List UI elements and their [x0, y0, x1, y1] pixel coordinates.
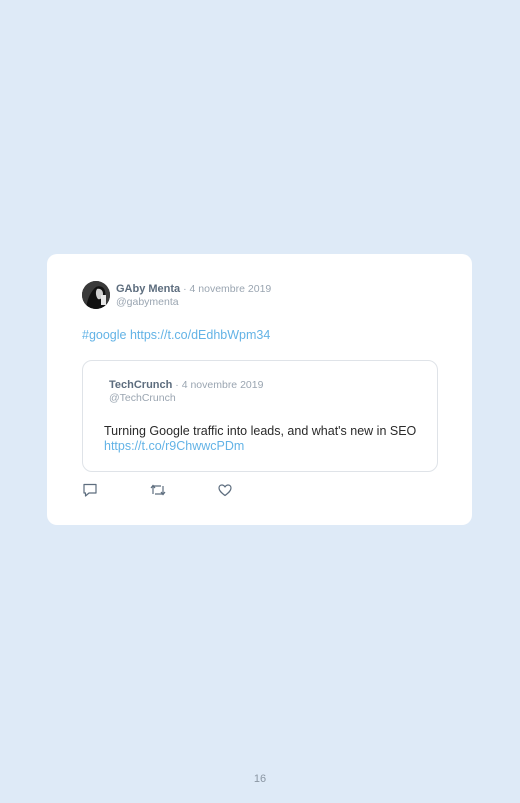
quoted-author-name: TechCrunch	[109, 379, 173, 391]
avatar[interactable]	[82, 281, 110, 309]
quoted-tweet-text: Turning Google traffic into leads, and w…	[104, 424, 424, 454]
retweet-icon[interactable]	[149, 482, 167, 498]
page-number: 16	[253, 773, 267, 785]
quoted-tweet-body: Turning Google traffic into leads, and w…	[104, 424, 417, 438]
tweet-card: GAby Menta · 4 novembre 2019 @gabymenta …	[47, 254, 472, 525]
author-name[interactable]: GAby Menta	[116, 283, 180, 295]
quoted-tweet[interactable]: TechCrunch · 4 novembre 2019 @TechCrunch…	[82, 360, 438, 472]
tweet-actions	[82, 482, 282, 498]
tweet-date[interactable]: 4 novembre 2019	[190, 283, 272, 295]
tweet-author-line: GAby Menta · 4 novembre 2019	[116, 283, 271, 295]
quoted-author-handle: @TechCrunch	[109, 392, 176, 404]
separator: ·	[172, 379, 182, 391]
quoted-author-line: TechCrunch · 4 novembre 2019	[109, 379, 263, 391]
tweet-text[interactable]: #google https://t.co/dEdhbWpm34	[82, 328, 270, 342]
like-icon[interactable]	[217, 482, 235, 498]
reply-icon[interactable]	[82, 482, 100, 498]
quoted-tweet-date: 4 novembre 2019	[181, 379, 264, 391]
author-handle[interactable]: @gabymenta	[116, 296, 179, 308]
quoted-tweet-link[interactable]: https://t.co/r9ChwwcPDm	[104, 439, 244, 453]
separator: ·	[180, 283, 190, 295]
